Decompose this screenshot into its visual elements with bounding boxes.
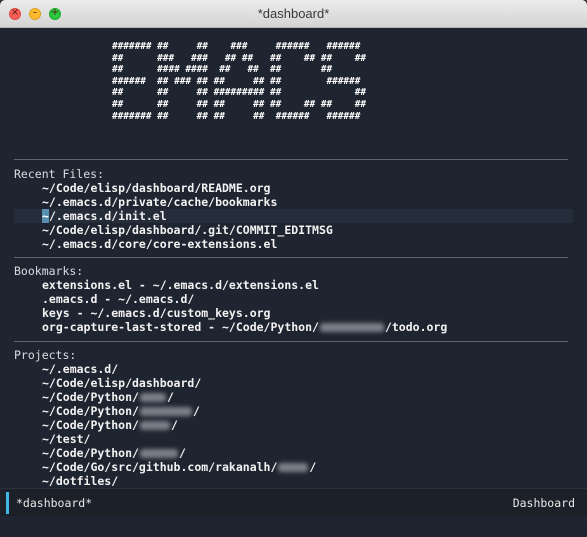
project-path-suffix: / (166, 390, 174, 404)
project-item[interactable]: ~/Code/elisp/dashboard/ (42, 376, 201, 390)
projects-heading: Projects: (14, 348, 77, 362)
redacted-text (139, 449, 178, 458)
bookmark-item[interactable]: .emacs.d - ~/.emacs.d/ (42, 292, 194, 306)
project-path-prefix: ~/Code/Python/ (42, 390, 139, 404)
project-item[interactable]: ~/Code/Python/ / (42, 446, 186, 460)
project-item[interactable]: ~/dotfiles/ (42, 474, 118, 488)
project-item[interactable]: ~/Code/Python/ / (42, 404, 200, 418)
title-bar[interactable]: × – + *dashboard* (0, 0, 587, 28)
project-path-suffix: / (309, 460, 317, 474)
recent-file-item-rest: /.emacs.d/init.el (48, 209, 167, 223)
project-item[interactable]: ~/.emacs.d/ (42, 362, 118, 376)
redacted-text (139, 393, 166, 402)
project-path-suffix: / (170, 418, 178, 432)
minibuffer[interactable] (0, 516, 587, 537)
redacted-text (278, 463, 309, 472)
project-path-prefix: ~/Code/Go/src/github.com/rakanalh/ (42, 460, 278, 474)
redacted-text (139, 421, 170, 430)
buffer-name: *dashboard* (16, 496, 93, 510)
section-divider (14, 159, 568, 160)
bookmarks-heading: Bookmarks: (14, 264, 84, 278)
redacted-text (139, 407, 192, 416)
emacs-window: × – + *dashboard* ####### ## ## ### ####… (0, 0, 587, 537)
recent-files-heading: Recent Files: (14, 167, 105, 181)
project-item[interactable]: ~/test/ (42, 432, 90, 446)
window-title: *dashboard* (257, 6, 330, 21)
text-cursor: ~ (42, 209, 49, 223)
bookmark-item[interactable]: org-capture-last-stored - ~/Code/Python/… (42, 320, 447, 334)
project-path-prefix: ~/Code/Python/ (42, 418, 139, 432)
bookmark-item[interactable]: keys - ~/.emacs.d/custom_keys.org (42, 306, 270, 320)
recent-file-item[interactable]: ~/.emacs.d/init.el (42, 209, 167, 223)
bookmark-path-prefix: org-capture-last-stored - ~/Code/Python/ (42, 320, 319, 334)
mode-line: *dashboard* Dashboard (0, 488, 587, 517)
major-mode-name: Dashboard (512, 496, 575, 510)
bookmark-item[interactable]: extensions.el - ~/.emacs.d/extensions.el (42, 278, 319, 292)
redacted-text (319, 323, 384, 332)
section-divider (14, 257, 568, 258)
project-path-prefix: ~/Code/Python/ (42, 446, 139, 460)
project-path-suffix: / (192, 404, 200, 418)
mode-line-indicator (6, 492, 9, 514)
recent-file-item[interactable]: ~/.emacs.d/core/core-extensions.el (42, 237, 277, 251)
project-item[interactable]: ~/Code/Go/src/github.com/rakanalh/ / (42, 460, 316, 474)
project-path-suffix: / (178, 446, 186, 460)
project-path-prefix: ~/Code/Python/ (42, 404, 139, 418)
project-item[interactable]: ~/Code/Python/ / (42, 390, 174, 404)
dashboard-buffer[interactable]: ####### ## ## ### ###### ###### ## ### #… (0, 28, 587, 488)
bookmark-path-suffix: /todo.org (384, 320, 448, 334)
project-item[interactable]: ~/Code/Python/ / (42, 418, 178, 432)
recent-file-item[interactable]: ~/.emacs.d/private/cache/bookmarks (42, 195, 277, 209)
recent-file-item[interactable]: ~/Code/elisp/dashboard/README.org (42, 181, 270, 195)
emacs-ascii-banner: ####### ## ## ### ###### ###### ## ### #… (112, 41, 366, 122)
section-divider (14, 341, 568, 342)
recent-file-item[interactable]: ~/Code/elisp/dashboard/.git/COMMIT_EDITM… (42, 223, 333, 237)
